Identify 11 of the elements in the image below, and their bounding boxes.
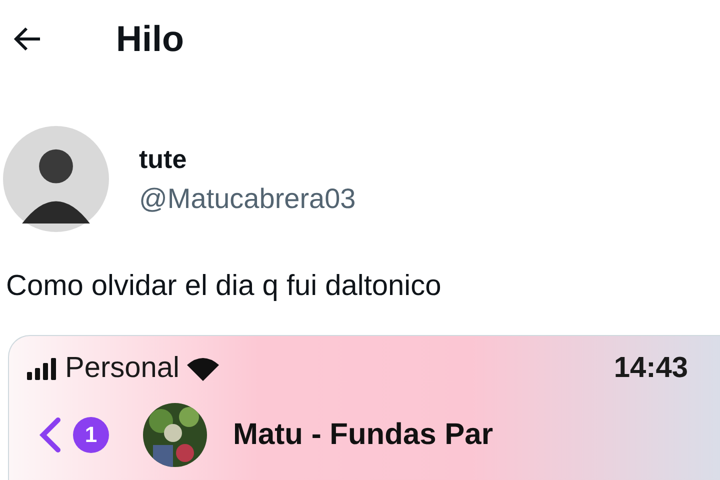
unread-badge: 1 — [73, 417, 109, 453]
tweet-text: Como olvidar el dia q fui daltonico — [6, 270, 442, 303]
status-time: 14:43 — [614, 352, 688, 385]
author-name: tute — [139, 144, 188, 174]
carrier-name: Personal — [65, 352, 180, 385]
wifi-icon — [187, 356, 220, 380]
author-handle: @Matucabrera03 — [139, 182, 356, 214]
page-title: Hilo — [116, 18, 184, 60]
back-chevron-icon — [39, 417, 61, 453]
chat-name: Matu - Fundas Par — [233, 418, 494, 452]
signal-icon — [27, 358, 57, 380]
